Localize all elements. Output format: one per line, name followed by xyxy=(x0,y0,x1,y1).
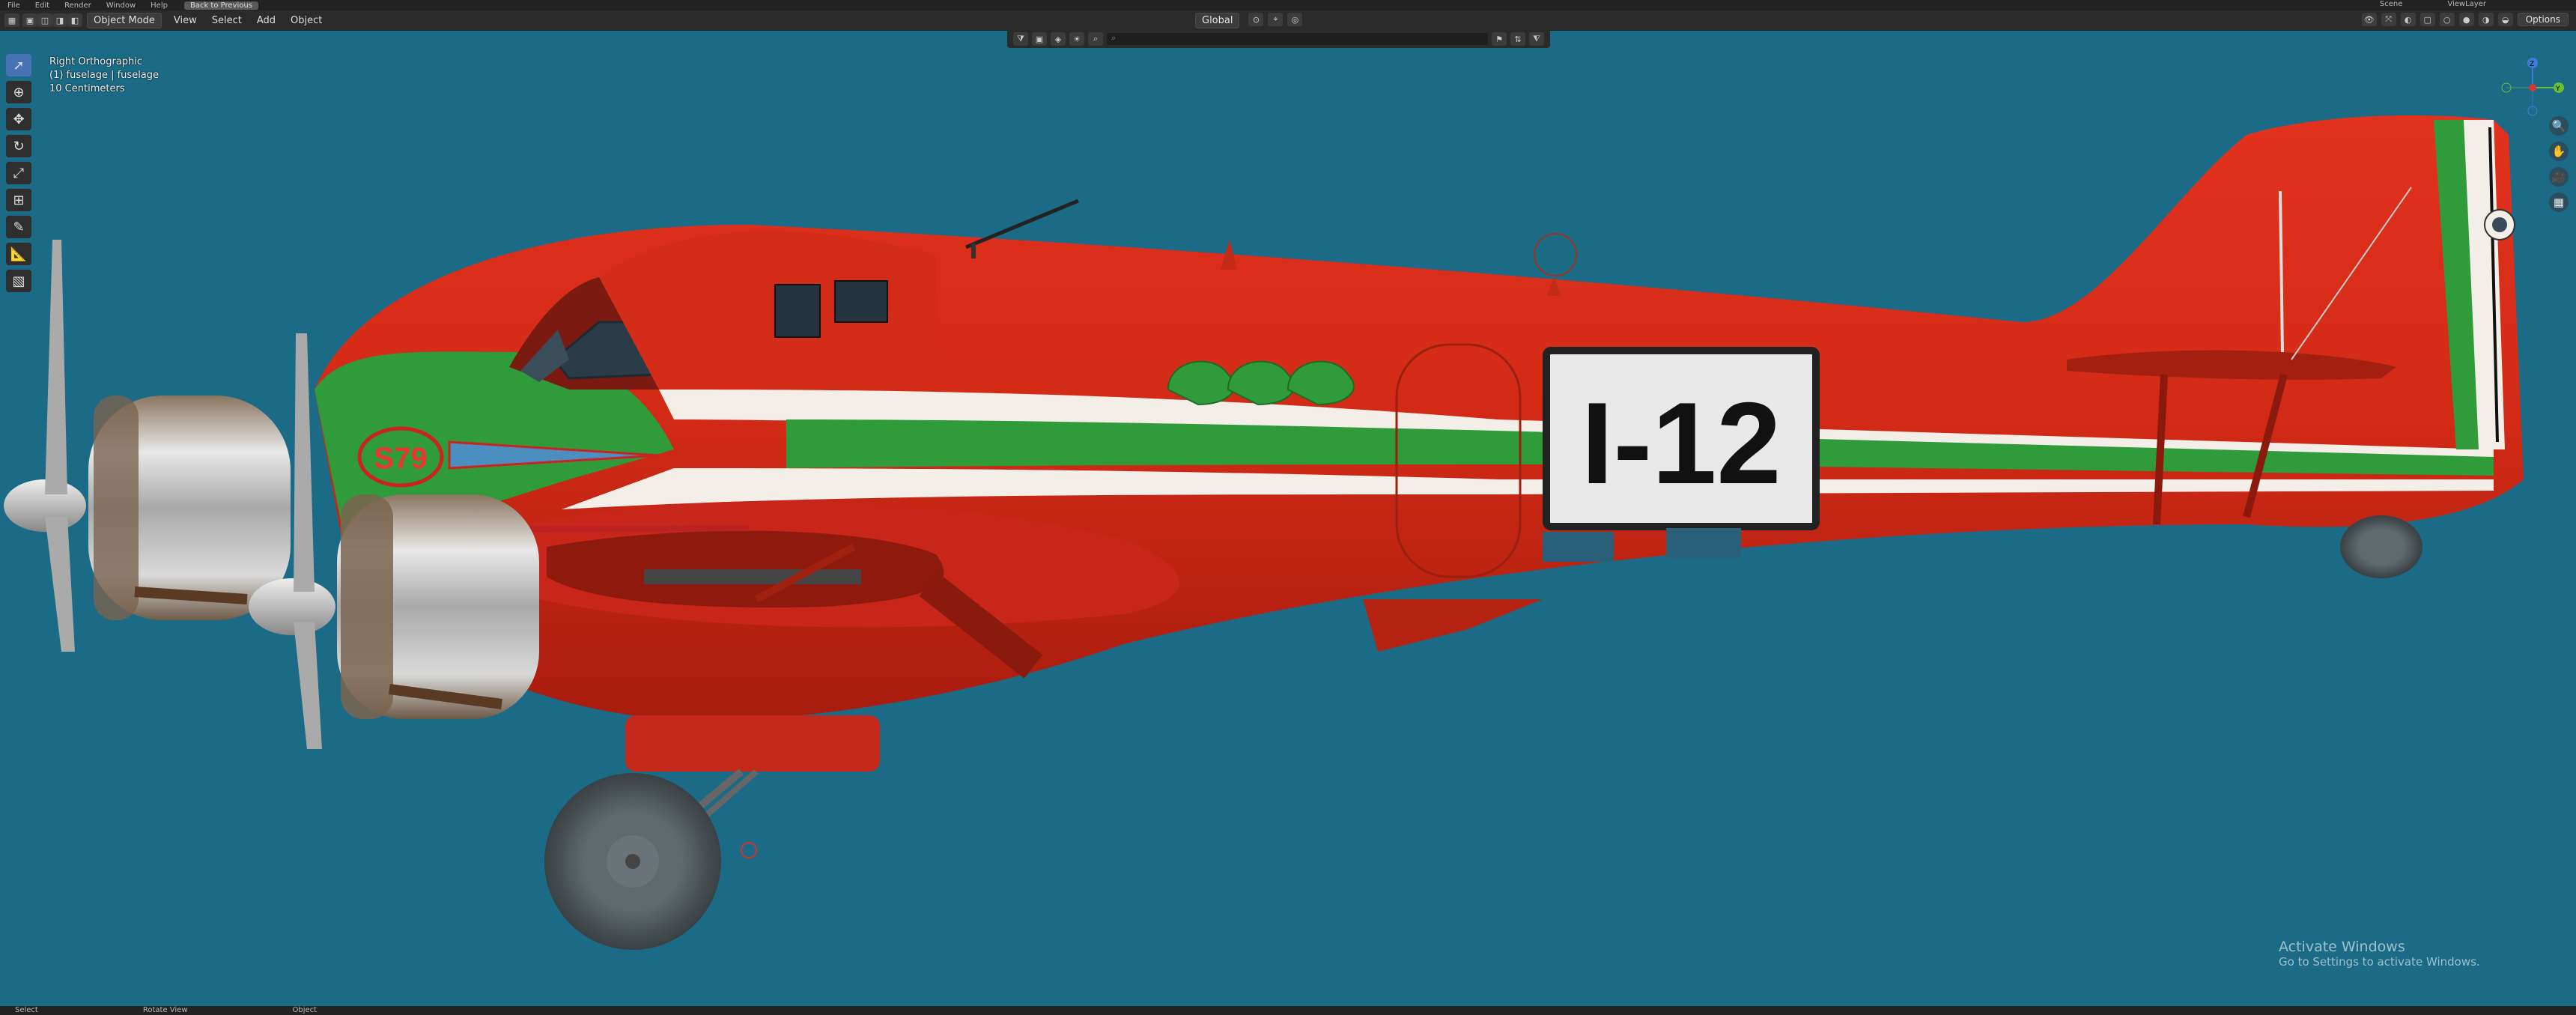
nose-spinner xyxy=(4,479,86,532)
side-window xyxy=(774,284,821,338)
light-gizmo-icon xyxy=(1534,233,1577,276)
status-rotate-view: Rotate View xyxy=(142,1006,188,1014)
wing-spinner xyxy=(249,578,335,635)
hatch xyxy=(1666,528,1741,558)
hatch xyxy=(1543,532,1614,562)
tail-wheel xyxy=(2340,515,2422,578)
nose-badge-text: S79 xyxy=(374,442,427,475)
activation-watermark: Activate Windows Go to Settings to activ… xyxy=(2279,939,2480,969)
status-object: Object xyxy=(292,1006,318,1014)
nose-propeller-blade xyxy=(45,240,67,494)
wing-propeller-blade xyxy=(294,622,322,749)
exhaust-pipe xyxy=(134,587,248,605)
status-select: Select xyxy=(15,1006,38,1014)
dorsal-gun xyxy=(965,199,1079,249)
wing-shadow xyxy=(547,530,944,608)
gear-fairing xyxy=(625,715,880,772)
side-window xyxy=(834,280,888,323)
wing-panel xyxy=(644,569,861,584)
status-bar: Select Rotate View Object xyxy=(0,1006,2576,1015)
aircraft-model[interactable]: I-12 S79 xyxy=(0,0,2576,1015)
mice-emblem xyxy=(1167,360,1355,406)
registration-text: I-12 xyxy=(1581,378,1781,508)
wing-propeller-blade xyxy=(294,333,315,592)
watermark-title: Activate Windows xyxy=(2279,939,2405,955)
nose-propeller-blade xyxy=(45,517,75,652)
3d-cursor-icon xyxy=(741,842,757,858)
watermark-subtitle: Go to Settings to activate Windows. xyxy=(2279,955,2480,969)
flap-fairing xyxy=(1363,599,1543,652)
